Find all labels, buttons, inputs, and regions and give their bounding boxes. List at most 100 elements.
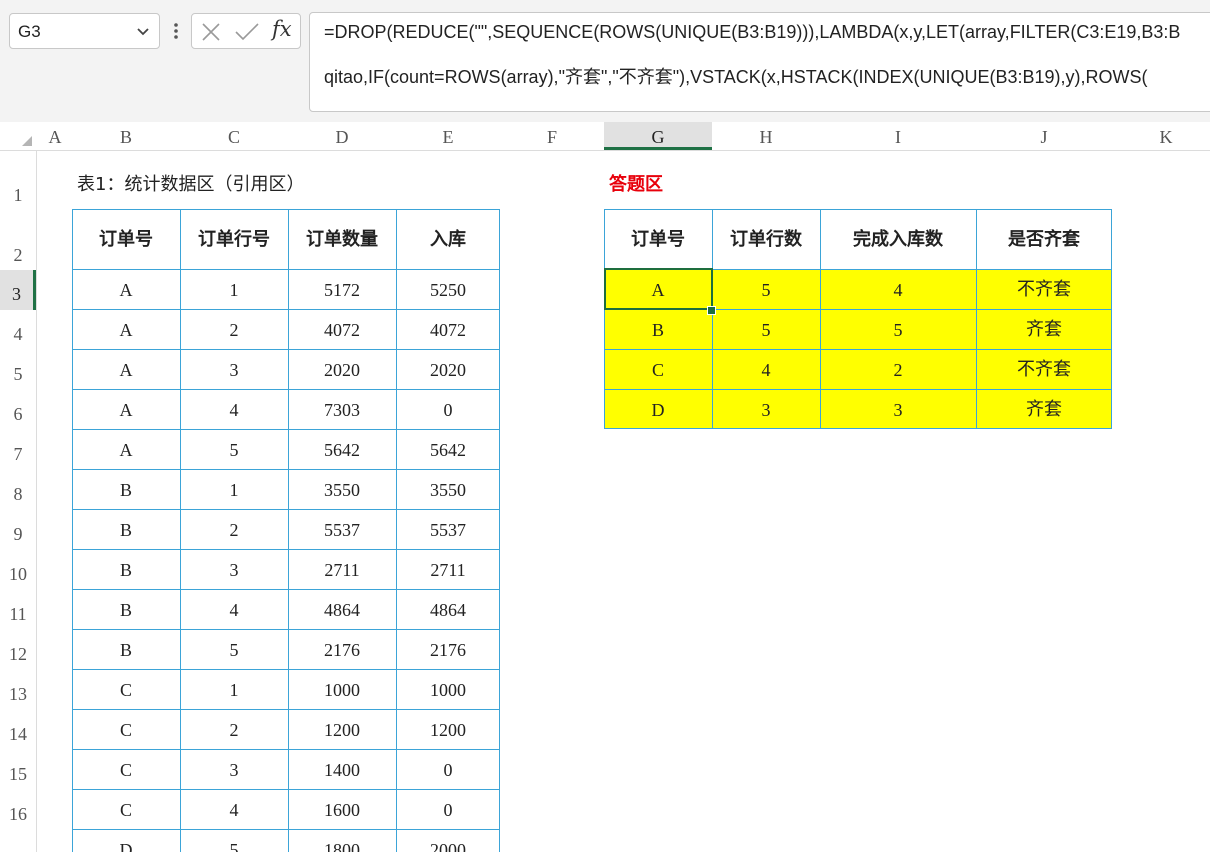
select-all-button[interactable] (0, 122, 36, 150)
table1-cell[interactable]: D (72, 829, 180, 852)
answer-cell[interactable]: 3 (712, 389, 820, 429)
table1-cell[interactable]: 4864 (396, 589, 500, 629)
table1-cell[interactable]: 5537 (288, 509, 396, 549)
table1-cell[interactable]: 2020 (396, 349, 500, 389)
answer-cell[interactable]: C (604, 349, 712, 389)
row-header-12[interactable]: 12 (0, 630, 36, 670)
column-header-e[interactable]: E (396, 122, 500, 150)
table1-cell[interactable]: 0 (396, 749, 500, 789)
row-header-6[interactable]: 6 (0, 390, 36, 430)
table1-cell[interactable]: A (72, 269, 180, 309)
column-header-h[interactable]: H (712, 122, 820, 150)
answer-cell[interactable]: 不齐套 (976, 349, 1112, 389)
row-header-4[interactable]: 4 (0, 310, 36, 350)
table1-cell[interactable]: 3 (180, 549, 288, 589)
row-header-3[interactable]: 3 (0, 270, 36, 310)
table1-cell[interactable]: 1600 (288, 789, 396, 829)
answer-cell[interactable]: 不齐套 (976, 269, 1112, 309)
row-header-15[interactable]: 15 (0, 750, 36, 790)
table1-cell[interactable]: 1000 (396, 669, 500, 709)
answer-cell[interactable]: 2 (820, 349, 976, 389)
table1-cell[interactable]: B (72, 589, 180, 629)
table1-cell[interactable]: 2176 (396, 629, 500, 669)
row-header-8[interactable]: 8 (0, 470, 36, 510)
table1-cell[interactable]: 3550 (396, 469, 500, 509)
row-header-14[interactable]: 14 (0, 710, 36, 750)
table1-cell[interactable]: 4 (180, 589, 288, 629)
table1-cell[interactable]: 1000 (288, 669, 396, 709)
column-header-i[interactable]: I (820, 122, 976, 150)
table1-cell[interactable]: 1400 (288, 749, 396, 789)
row-header-9[interactable]: 9 (0, 510, 36, 550)
column-header-c[interactable]: C (180, 122, 288, 150)
column-header-f[interactable]: F (500, 122, 604, 150)
table1-cell[interactable]: 0 (396, 789, 500, 829)
answer-cell[interactable]: D (604, 389, 712, 429)
table1-cell[interactable]: A (72, 429, 180, 469)
column-header-d[interactable]: D (288, 122, 396, 150)
answer-cell[interactable]: 4 (820, 269, 976, 309)
table1-cell[interactable]: 4072 (288, 309, 396, 349)
table1-cell[interactable]: C (72, 669, 180, 709)
table1-cell[interactable]: 2000 (396, 829, 500, 852)
table1-cell[interactable]: A (72, 309, 180, 349)
table1-cell[interactable]: 1200 (288, 709, 396, 749)
more-options-icon[interactable] (170, 16, 182, 46)
table1-cell[interactable]: 5642 (288, 429, 396, 469)
table1-cell[interactable]: 2020 (288, 349, 396, 389)
table1-cell[interactable]: 4 (180, 389, 288, 429)
table1-cell[interactable]: A (72, 389, 180, 429)
table1-cell[interactable]: C (72, 709, 180, 749)
close-icon[interactable] (200, 22, 222, 42)
table1-cell[interactable]: 2 (180, 509, 288, 549)
table1-cell[interactable]: 5537 (396, 509, 500, 549)
table1-cell[interactable]: 5 (180, 429, 288, 469)
answer-cell[interactable]: 5 (712, 309, 820, 349)
row-header-7[interactable]: 7 (0, 430, 36, 470)
table1-cell[interactable]: 4864 (288, 589, 396, 629)
row-header-13[interactable]: 13 (0, 670, 36, 710)
table1-cell[interactable]: 5172 (288, 269, 396, 309)
row-header-1[interactable]: 1 (0, 150, 36, 210)
table1-cell[interactable]: 1200 (396, 709, 500, 749)
table1-cell[interactable]: 1 (180, 269, 288, 309)
table1-cell[interactable]: 7303 (288, 389, 396, 429)
answer-cell[interactable]: 4 (712, 349, 820, 389)
answer-cell[interactable]: 5 (712, 269, 820, 309)
table1-cell[interactable]: 4 (180, 789, 288, 829)
column-header-k[interactable]: K (1112, 122, 1210, 150)
row-header-10[interactable]: 10 (0, 550, 36, 590)
insert-function-button[interactable]: fx (272, 17, 292, 41)
table1-cell[interactable]: 5642 (396, 429, 500, 469)
table1-cell[interactable]: 2 (180, 709, 288, 749)
table1-cell[interactable]: 2176 (288, 629, 396, 669)
table1-cell[interactable]: 0 (396, 389, 500, 429)
table1-cell[interactable]: B (72, 549, 180, 589)
name-box[interactable]: G3 (9, 13, 160, 49)
table1-cell[interactable]: C (72, 749, 180, 789)
chevron-down-icon[interactable] (135, 23, 151, 39)
row-header-11[interactable]: 11 (0, 590, 36, 630)
table1-cell[interactable]: 5 (180, 629, 288, 669)
table1-cell[interactable]: B (72, 509, 180, 549)
table1-cell[interactable]: 1800 (288, 829, 396, 852)
row-header-5[interactable]: 5 (0, 350, 36, 390)
answer-cell[interactable]: 齐套 (976, 309, 1112, 349)
table1-cell[interactable]: 4072 (396, 309, 500, 349)
answer-cell[interactable]: 5 (820, 309, 976, 349)
formula-input[interactable]: =DROP(REDUCE("",SEQUENCE(ROWS(UNIQUE(B3:… (309, 12, 1210, 112)
table1-cell[interactable]: 2 (180, 309, 288, 349)
fill-handle[interactable] (707, 306, 716, 315)
row-header-16[interactable]: 16 (0, 790, 36, 830)
table1-cell[interactable]: B (72, 469, 180, 509)
table1-cell[interactable]: 5250 (396, 269, 500, 309)
table1-cell[interactable]: 2711 (396, 549, 500, 589)
answer-cell[interactable]: 3 (820, 389, 976, 429)
column-header-b[interactable]: B (90, 122, 162, 150)
table1-cell[interactable]: 1 (180, 469, 288, 509)
table1-cell[interactable]: A (72, 349, 180, 389)
table1-cell[interactable]: 2711 (288, 549, 396, 589)
column-header-j[interactable]: J (976, 122, 1112, 150)
table1-cell[interactable]: 3550 (288, 469, 396, 509)
table1-cell[interactable]: 1 (180, 669, 288, 709)
